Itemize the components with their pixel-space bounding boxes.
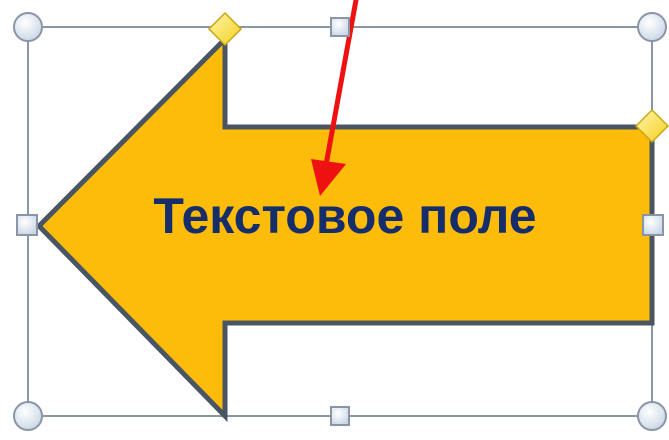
shape-editor-canvas: Текстовое поле (13, 0, 669, 431)
resize-handle-top[interactable] (330, 17, 350, 37)
slide-canvas: Текстовое поле (0, 0, 669, 440)
resize-handle-top-left[interactable] (13, 12, 43, 42)
resize-handle-bottom-right[interactable] (637, 401, 667, 431)
resize-handle-top-right[interactable] (637, 12, 667, 42)
shape-text-field[interactable]: Текстовое поле (153, 188, 536, 244)
resize-handle-bottom-left[interactable] (13, 401, 43, 431)
adjust-handle-arrowhead[interactable] (207, 11, 243, 47)
resize-handle-left[interactable] (16, 214, 38, 236)
resize-handle-bottom[interactable] (330, 406, 350, 426)
resize-handle-right[interactable] (642, 214, 664, 236)
